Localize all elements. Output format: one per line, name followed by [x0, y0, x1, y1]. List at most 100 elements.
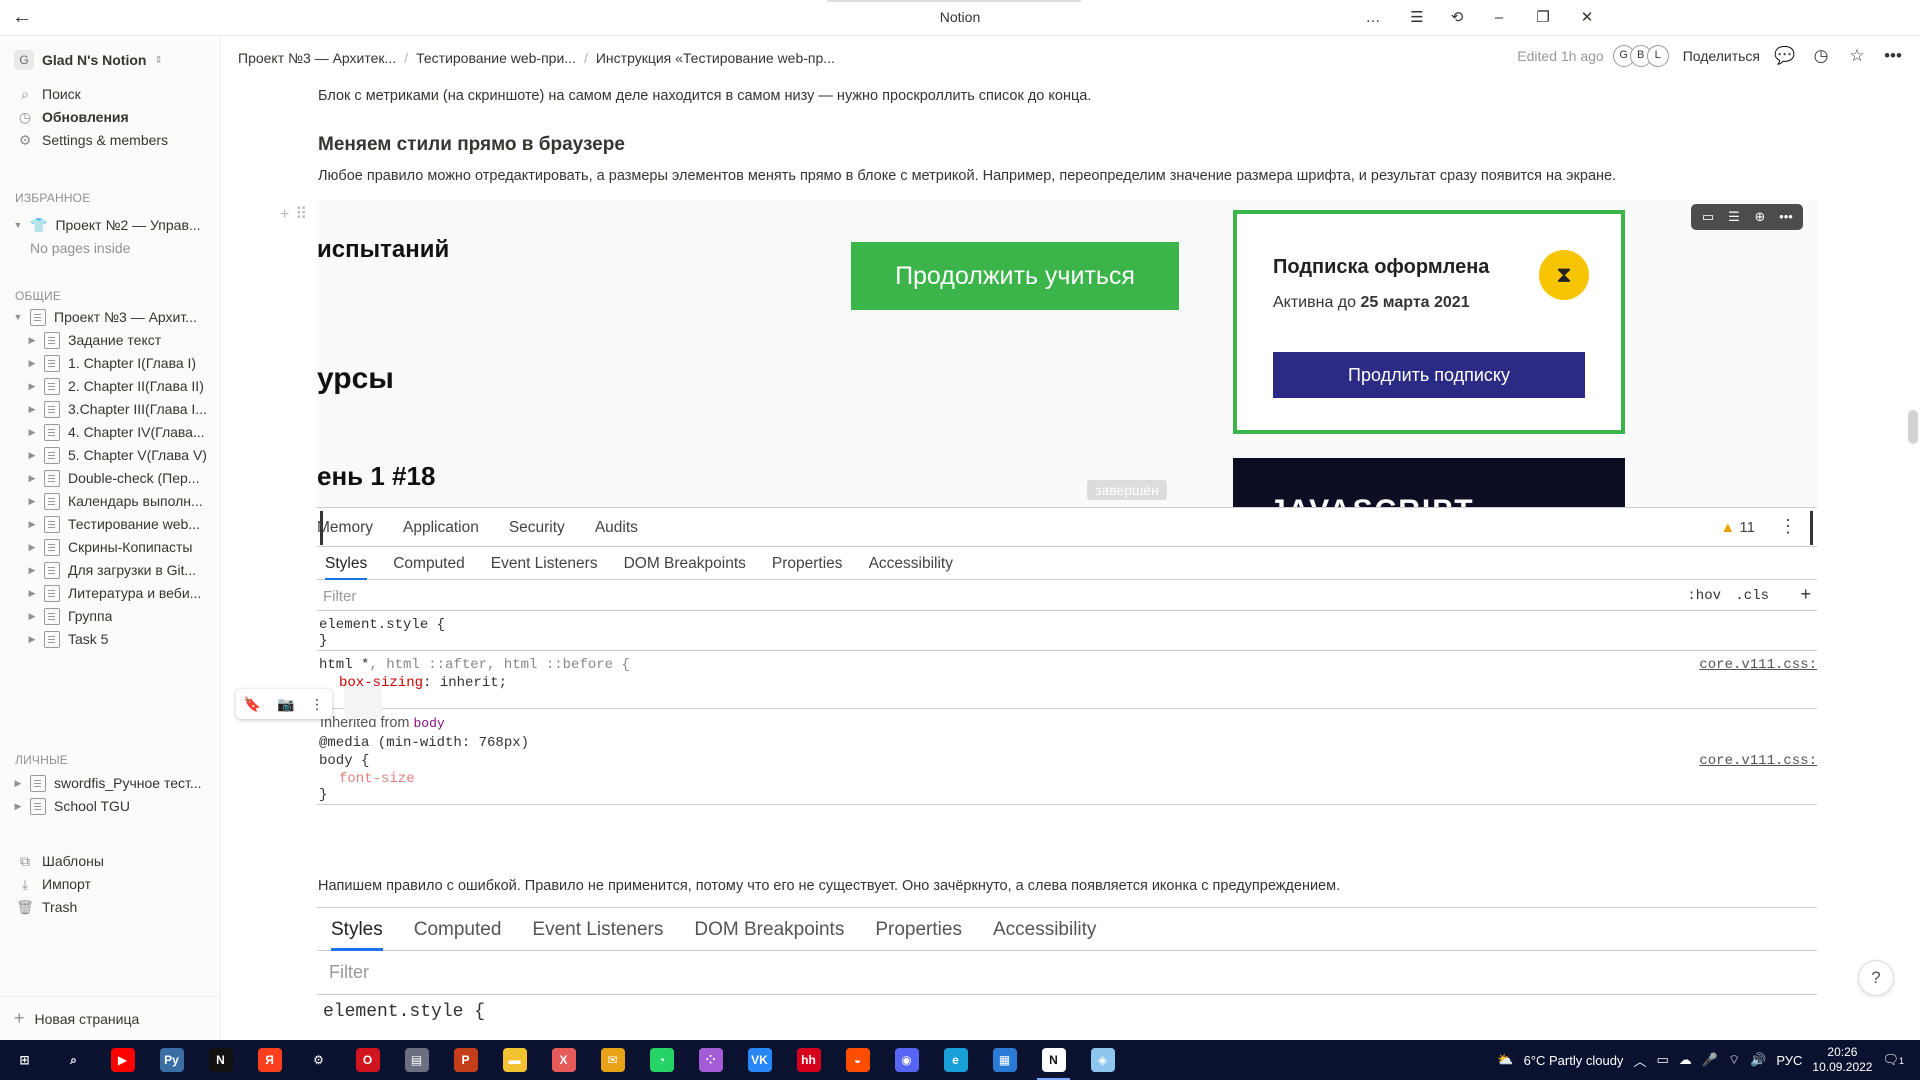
scrollbar-thumb[interactable]: [1908, 410, 1918, 444]
breadcrumb-item[interactable]: Проект №3 — Архитек...: [238, 50, 396, 66]
opera-icon: O: [355, 1048, 380, 1072]
private-header: ЛИЧНЫЕ: [15, 753, 68, 767]
css-rule-media: @media (min-width: 768px) body { font-si…: [317, 735, 1817, 805]
taskbar-app-photos[interactable]: ▦: [980, 1040, 1029, 1080]
taskbar-app-notion[interactable]: N: [196, 1040, 245, 1080]
bookmark-icon[interactable]: 🔖: [244, 696, 261, 713]
share-button[interactable]: Поделиться: [1683, 48, 1760, 64]
expand-triangle-icon[interactable]: ▶: [26, 404, 38, 415]
expand-triangle-icon[interactable]: ▶: [26, 634, 38, 645]
more-icon[interactable]: •••: [1774, 207, 1798, 227]
expand-triangle-icon[interactable]: ▶: [26, 450, 38, 461]
expand-triangle-icon[interactable]: ▶: [26, 542, 38, 553]
paragraph: Любое правило можно отредактировать, а р…: [318, 168, 1617, 184]
kebab-icon[interactable]: ⋮: [310, 696, 324, 713]
breadcrumb-separator: /: [583, 50, 588, 66]
sidebar-item-trash[interactable]: 🗑 Trash: [0, 894, 221, 920]
clock[interactable]: 20:26 10.09.2022: [1812, 1045, 1872, 1075]
expand-triangle-icon[interactable]: ▶: [26, 519, 38, 530]
notifications-count: 1: [1898, 1056, 1904, 1066]
sidebar-item-private[interactable]: ▶ School TGU: [0, 793, 221, 819]
weather-label[interactable]: 6°C Partly cloudy: [1524, 1053, 1624, 1068]
network-icon[interactable]: ▭: [1656, 1052, 1668, 1068]
taskbar-app-windows-start[interactable]: ⊞: [0, 1040, 49, 1080]
workspace-switcher[interactable]: G Glad N's Notion ⇕: [14, 49, 163, 71]
star-icon[interactable]: ☆: [1846, 46, 1868, 66]
block-handle-icon[interactable]: +⠿: [280, 204, 313, 224]
expand-triangle-icon[interactable]: ▶: [26, 427, 38, 438]
taskbar-app-edge[interactable]: e: [931, 1040, 980, 1080]
expand-triangle-icon[interactable]: ▶: [26, 358, 38, 369]
taskbar-app-app-orange[interactable]: ◒: [833, 1040, 882, 1080]
more-icon[interactable]: •••: [1882, 46, 1904, 66]
taskbar-app-files[interactable]: ▤: [392, 1040, 441, 1080]
taskbar-app-mail[interactable]: ✉: [588, 1040, 637, 1080]
taskbar-app-whatsapp[interactable]: ◔: [637, 1040, 686, 1080]
app-red-icon: X: [551, 1048, 576, 1072]
comment-icon[interactable]: ▭: [1696, 207, 1720, 227]
history-icon[interactable]: ◷: [1810, 46, 1832, 66]
expand-triangle-icon[interactable]: ▶: [26, 611, 38, 622]
menu-icon[interactable]: ☰: [1404, 6, 1430, 30]
taskbar-app-hh[interactable]: hh: [784, 1040, 833, 1080]
close-button[interactable]: ✕: [1574, 6, 1600, 30]
expand-triangle-icon[interactable]: ▶: [26, 496, 38, 507]
avatar-group[interactable]: G B L: [1612, 45, 1669, 67]
volume-icon[interactable]: 🔊: [1750, 1052, 1766, 1068]
caption-icon[interactable]: ☰: [1722, 207, 1746, 227]
camera-icon[interactable]: 📷: [277, 696, 294, 713]
refresh-icon[interactable]: ⟲: [1444, 6, 1470, 30]
taskbar-app-settings[interactable]: ⚙: [294, 1040, 343, 1080]
help-button[interactable]: ?: [1858, 960, 1894, 996]
expand-triangle-icon[interactable]: ▶: [26, 473, 38, 484]
clock-date: 10.09.2022: [1812, 1060, 1873, 1074]
zoom-icon[interactable]: ⊕: [1748, 207, 1772, 227]
breadcrumb-item[interactable]: Тестирование web-при...: [416, 50, 576, 66]
inherited-header: Inherited from body: [317, 709, 1817, 737]
screenshot-image-1[interactable]: испытаний урсы ень 1 #18 Продолжить учит…: [317, 200, 1817, 940]
sidebar-item-settings[interactable]: ⚙ Settings & members: [0, 127, 221, 153]
expand-triangle-icon[interactable]: ▼: [12, 220, 24, 230]
expand-triangle-icon[interactable]: ▶: [26, 335, 38, 346]
hov-toggle: :hov: [1687, 588, 1721, 604]
expand-triangle-icon[interactable]: ▶: [12, 801, 24, 812]
mic-icon[interactable]: 🎤: [1702, 1052, 1718, 1068]
cloud-icon[interactable]: ☁: [1679, 1052, 1692, 1068]
weather-icon[interactable]: ⛅: [1497, 1052, 1513, 1068]
taskbar-app-app-blue[interactable]: ◈: [1078, 1040, 1127, 1080]
taskbar-app-discord[interactable]: ◉: [882, 1040, 931, 1080]
taskbar-app-opera[interactable]: O: [343, 1040, 392, 1080]
minimize-button[interactable]: –: [1486, 6, 1512, 30]
taskbar-app-explorer[interactable]: ▬: [490, 1040, 539, 1080]
expand-triangle-icon[interactable]: ▶: [26, 381, 38, 392]
taskbar-app-python[interactable]: Py: [147, 1040, 196, 1080]
taskbar-app-app-dots[interactable]: ⁘: [686, 1040, 735, 1080]
restore-button[interactable]: ❐: [1530, 6, 1556, 30]
settings-icon: ⚙: [306, 1048, 331, 1072]
comment-icon[interactable]: 💬: [1774, 46, 1796, 66]
taskbar-app-notion-active[interactable]: N: [1029, 1040, 1078, 1080]
notifications-icon[interactable]: 🗨1: [1882, 1052, 1904, 1068]
sidebar-item-label: Task 5: [68, 631, 109, 647]
taskbar-app-app-red[interactable]: X: [539, 1040, 588, 1080]
taskbar-app-youtube[interactable]: ▶: [98, 1040, 147, 1080]
expand-triangle-icon[interactable]: ▶: [12, 778, 24, 789]
taskbar-app-yandex[interactable]: Я: [245, 1040, 294, 1080]
taskbar-app-powerpoint[interactable]: P: [441, 1040, 490, 1080]
wifi-icon[interactable]: ⌔: [1728, 1052, 1740, 1068]
more-icon[interactable]: …: [1360, 6, 1386, 30]
breadcrumb-item[interactable]: Инструкция «Тестирование web-пр...: [596, 50, 835, 66]
taskbar-app-vk[interactable]: VK: [735, 1040, 784, 1080]
language-indicator[interactable]: РУС: [1776, 1053, 1802, 1068]
new-page-button[interactable]: + Новая страница: [0, 996, 221, 1040]
panel-edge: [1810, 511, 1813, 545]
new-page-label: Новая страница: [34, 1010, 140, 1027]
workspace-name: Glad N's Notion: [42, 52, 147, 68]
expand-triangle-icon[interactable]: ▶: [26, 588, 38, 599]
sidebar-item-page[interactable]: ▶ Task 5: [0, 626, 221, 652]
taskbar-app-search[interactable]: ⌕: [49, 1040, 98, 1080]
expand-triangle-icon[interactable]: ▶: [26, 565, 38, 576]
screenshot-image-2[interactable]: Styles Computed Event Listeners DOM Brea…: [317, 907, 1817, 1040]
chevron-up-icon[interactable]: ︿: [1633, 1051, 1646, 1070]
expand-triangle-icon[interactable]: ▼: [12, 312, 24, 322]
